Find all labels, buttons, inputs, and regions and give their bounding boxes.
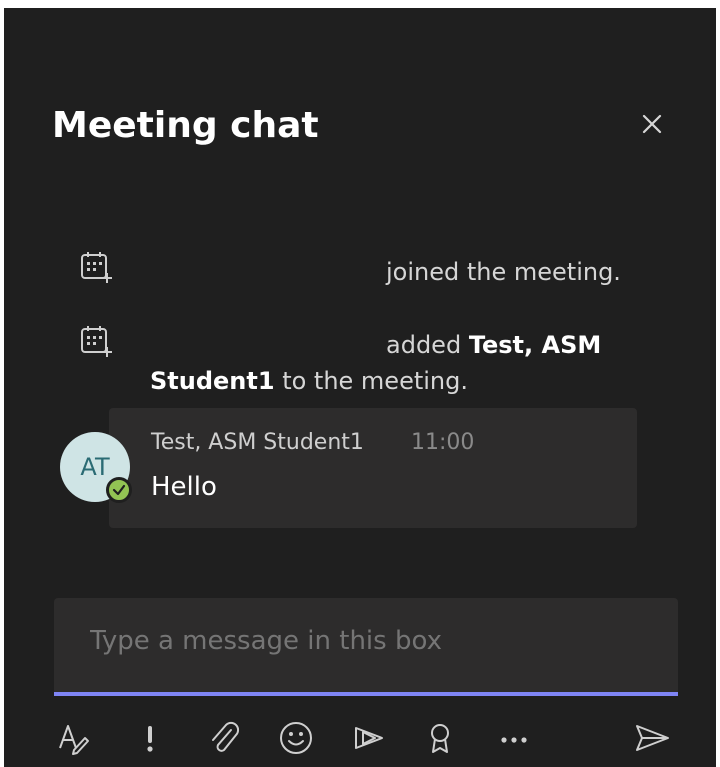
praise-button[interactable] [420, 718, 460, 758]
send-icon [636, 725, 669, 751]
event-joined-text: joined the meeting. [386, 258, 621, 286]
emoji-button[interactable] [276, 718, 316, 758]
event-added-prefix: added [386, 331, 469, 359]
message-text: Hello [151, 472, 217, 502]
event-added-name-cont: Student1 [150, 367, 275, 395]
more-icon [501, 737, 527, 743]
message-bubble[interactable]: Test, ASM Student1 11:00 Hello [109, 408, 637, 528]
event-added-line1: added Test, ASM [386, 328, 601, 362]
presence-available-icon [106, 477, 132, 503]
calendar-add-icon [78, 248, 116, 286]
close-button[interactable] [632, 104, 672, 144]
message-composer[interactable] [54, 598, 678, 696]
stream-icon [355, 727, 383, 749]
send-button[interactable] [632, 718, 672, 758]
event-added-line2: Student1 to the meeting. [150, 364, 468, 398]
calendar-add-icon [78, 322, 116, 360]
page-title: Meeting chat [52, 105, 319, 146]
message-sender: Test, ASM Student1 [151, 430, 364, 455]
message-input[interactable] [90, 626, 650, 656]
stream-button[interactable] [348, 718, 388, 758]
event-added-name: Test, ASM [468, 331, 602, 359]
more-options-button[interactable] [494, 718, 534, 758]
attach-icon [212, 721, 240, 752]
important-button[interactable] [130, 718, 170, 758]
attach-button[interactable] [204, 718, 244, 758]
avatar[interactable]: AT [60, 432, 132, 503]
close-icon [642, 114, 662, 134]
event-added-suffix: to the meeting. [274, 367, 468, 395]
praise-icon [431, 724, 449, 753]
meeting-chat-panel: Meeting chat joined the meeting. added T… [4, 8, 716, 767]
message-time: 11:00 [411, 430, 475, 455]
format-button[interactable] [54, 718, 94, 758]
important-icon [147, 726, 153, 752]
format-icon [59, 725, 89, 755]
emoji-icon [280, 722, 312, 754]
